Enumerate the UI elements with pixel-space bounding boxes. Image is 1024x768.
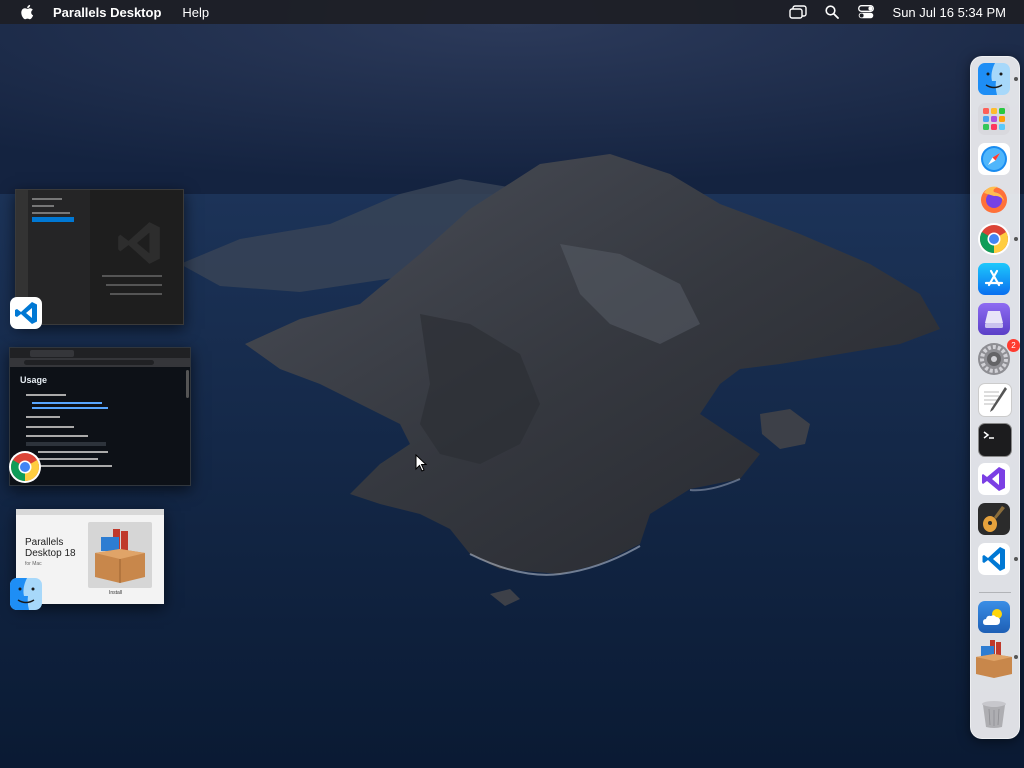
dock-trash-icon[interactable] [978,697,1010,729]
dock-terminal-icon[interactable] [978,423,1012,457]
vscode-watermark-icon [118,222,160,264]
parallels-product-line1: Parallels [25,537,64,548]
dock-chrome-icon[interactable] [978,223,1010,255]
notification-badge: 2 [1007,339,1020,352]
dock-finder-icon[interactable] [978,63,1010,95]
help-menu[interactable]: Help [182,5,209,20]
finder-app-icon[interactable] [10,578,42,610]
stage-manager-icon[interactable] [787,4,809,20]
app-menu-title[interactable]: Parallels Desktop [53,5,161,20]
dock-system-settings-icon[interactable]: 2 [978,339,1020,375]
dock-textedit-icon[interactable] [978,383,1012,417]
chrome-preview-heading: Usage [20,375,48,385]
chrome-app-icon[interactable] [9,451,41,483]
dock-app-store-icon[interactable] [978,263,1010,295]
dock: 2 [970,56,1020,739]
menubar-clock[interactable]: Sun Jul 16 5:34 PM [893,5,1006,20]
status-area: Sun Jul 16 5:34 PM [775,0,1006,24]
dock-safari-icon[interactable] [978,143,1010,175]
spotlight-search-icon[interactable] [821,4,843,20]
vscode-app-icon[interactable] [10,297,42,329]
dock-visual-studio-icon[interactable] [978,463,1010,495]
dock-separator [979,592,1011,593]
running-indicator [1014,557,1018,561]
running-indicator [1014,237,1018,241]
dock-disk-utility-icon[interactable] [978,303,1010,335]
apple-menu-icon[interactable] [20,4,34,20]
running-indicator [1014,77,1018,81]
dock-weather-icon[interactable] [978,601,1010,633]
install-button[interactable]: Install [109,590,122,596]
dock-vscode-icon[interactable] [978,543,1010,575]
control-center-icon[interactable] [855,4,877,20]
running-indicator [1014,655,1018,659]
parallels-product-line2: Desktop 18 [25,548,76,559]
parallels-product-sub: for Mac [25,561,42,567]
dock-firefox-icon[interactable] [978,183,1010,215]
parallels-product-name: Parallels Desktop 18 for Mac [25,537,76,570]
dock-garageband-icon[interactable] [978,503,1010,535]
dock-parallels-installer-icon[interactable] [974,639,1014,679]
menu-bar: Parallels Desktop Help Sun Jul 16 5:34 P… [0,0,1024,24]
mouse-cursor-icon [415,454,427,472]
parallels-box-icon [95,529,145,583]
dock-launchpad-icon[interactable] [978,103,1010,135]
